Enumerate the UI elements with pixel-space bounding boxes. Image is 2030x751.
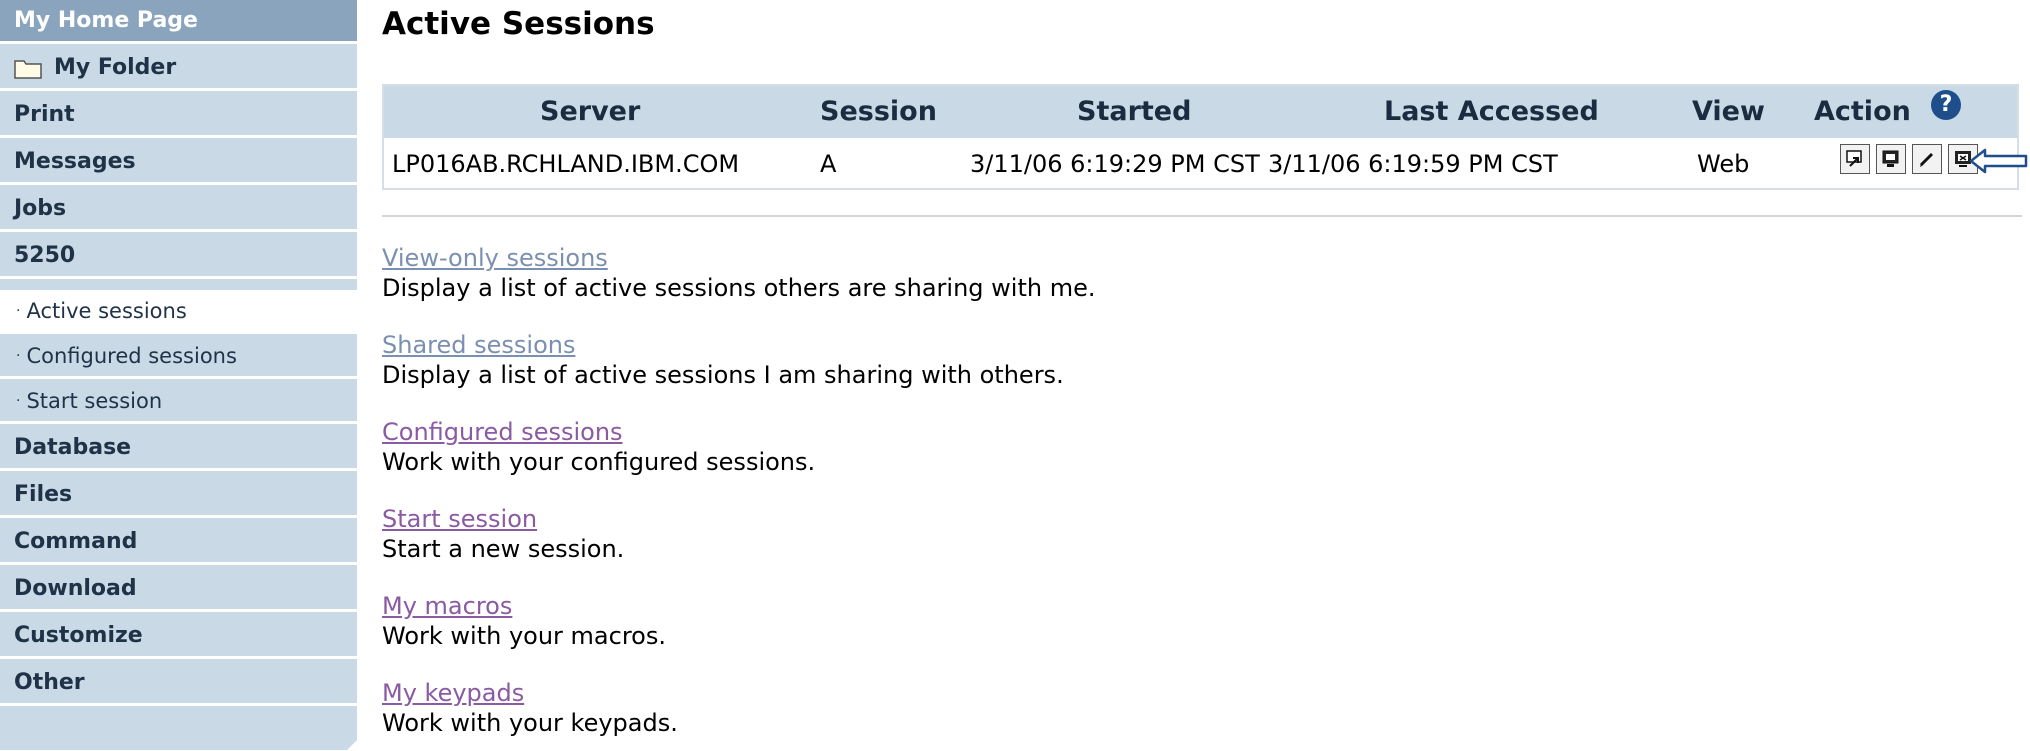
- bullet-icon: ·: [16, 347, 21, 364]
- sidebar-item-my-folder[interactable]: My Folder: [0, 47, 357, 91]
- sidebar-item-label: Command: [14, 529, 138, 554]
- column-header-started: Started: [1077, 96, 1192, 127]
- sidebar-item-label: Database: [14, 435, 132, 460]
- sidebar-item-label: Start session: [26, 388, 163, 413]
- sidebar-corner: [346, 739, 358, 751]
- open-session-button[interactable]: [1840, 144, 1870, 174]
- cell-last-accessed: 3/11/06 6:19:59 PM CST: [1268, 150, 1558, 178]
- sidebar-item-5250[interactable]: 5250: [0, 235, 357, 279]
- sidebar-item-label: My Folder: [54, 55, 177, 80]
- link-item-my-keypads: My keypads Work with your keypads.: [382, 678, 678, 738]
- share-session-icon: [1882, 150, 1899, 167]
- sidebar-item-database[interactable]: Database: [0, 427, 357, 471]
- link-description: Work with your macros.: [382, 622, 666, 650]
- link-description: Work with your configured sessions.: [382, 448, 816, 476]
- configured-sessions-link[interactable]: Configured sessions: [382, 417, 815, 447]
- link-item-view-only-sessions: View-only sessions Display a list of act…: [382, 243, 1095, 303]
- open-session-icon: [1846, 150, 1862, 167]
- link-item-start-session: Start session Start a new session.: [382, 504, 624, 564]
- sidebar-item-label: 5250: [14, 243, 76, 268]
- view-only-sessions-link[interactable]: View-only sessions: [382, 243, 1095, 273]
- link-item-my-macros: My macros Work with your macros.: [382, 591, 666, 651]
- sidebar-item-jobs[interactable]: Jobs: [0, 188, 357, 232]
- sidebar-subitem-active-sessions[interactable]: · Active sessions: [0, 290, 357, 334]
- link-description: Start a new session.: [382, 535, 625, 563]
- cell-server: LP016AB.RCHLAND.IBM.COM: [392, 150, 740, 178]
- sidebar-item-print[interactable]: Print: [0, 94, 357, 138]
- sidebar-nav: My Home Page My Folder Print Messages Jo…: [0, 0, 358, 751]
- sidebar-item-command[interactable]: Command: [0, 521, 357, 565]
- sidebar-item-label: Configured sessions: [26, 343, 237, 368]
- my-macros-link[interactable]: My macros: [382, 591, 666, 621]
- cell-view: Web: [1697, 150, 1750, 178]
- sidebar-item-label: Files: [14, 482, 73, 507]
- sidebar-item-label: My Home Page: [14, 8, 198, 33]
- sidebar-item-label: Active sessions: [26, 298, 187, 323]
- share-session-button[interactable]: [1876, 144, 1906, 174]
- section-divider: [382, 215, 2022, 217]
- my-keypads-link[interactable]: My keypads: [382, 678, 678, 708]
- link-description: Work with your keypads.: [382, 709, 678, 737]
- bullet-icon: ·: [16, 302, 21, 319]
- arrow-left-icon: [1969, 148, 2028, 174]
- sidebar-item-messages[interactable]: Messages: [0, 141, 357, 185]
- cell-started: 3/11/06 6:19:29 PM CST: [970, 150, 1260, 178]
- sidebar-item-other[interactable]: Other: [0, 662, 357, 706]
- folder-icon: [14, 59, 42, 79]
- start-session-link[interactable]: Start session: [382, 504, 624, 534]
- link-description: Display a list of active sessions I am s…: [382, 361, 1064, 389]
- shared-sessions-link[interactable]: Shared sessions: [382, 330, 1064, 360]
- link-description: Display a list of active sessions others…: [382, 274, 1096, 302]
- sidebar-subitem-configured-sessions[interactable]: · Configured sessions: [0, 335, 357, 379]
- column-header-view: View: [1692, 96, 1765, 127]
- sidebar-item-files[interactable]: Files: [0, 474, 357, 518]
- bullet-icon: ·: [16, 392, 21, 409]
- sidebar-item-label: Print: [14, 102, 75, 127]
- sidebar-item-label: Download: [14, 576, 137, 601]
- edit-session-button[interactable]: [1912, 144, 1942, 174]
- cell-session: A: [820, 150, 837, 178]
- column-header-action: Action: [1814, 96, 1911, 127]
- edit-session-icon: [1919, 152, 1934, 167]
- link-item-shared-sessions: Shared sessions Display a list of active…: [382, 330, 1064, 390]
- sidebar-subitem-start-session[interactable]: · Start session: [0, 380, 357, 424]
- sidebar-item-label: Other: [14, 670, 85, 695]
- sidebar-item-download[interactable]: Download: [0, 568, 357, 612]
- link-item-configured-sessions: Configured sessions Work with your confi…: [382, 417, 815, 477]
- sidebar-item-label: Jobs: [14, 196, 67, 221]
- column-header-server: Server: [540, 96, 641, 127]
- sidebar-item-customize[interactable]: Customize: [0, 615, 357, 659]
- sidebar-item-label: Messages: [14, 149, 136, 174]
- sidebar-item-label: Customize: [14, 623, 143, 648]
- active-sessions-table: Server Session Started Last Accessed Vie…: [382, 84, 2019, 190]
- column-header-last-accessed: Last Accessed: [1384, 96, 1599, 127]
- column-header-session: Session: [820, 96, 937, 127]
- help-icon[interactable]: ?: [1931, 90, 1961, 120]
- page-title: Active Sessions: [382, 6, 655, 42]
- sidebar-item-my-home-page[interactable]: My Home Page: [0, 0, 357, 44]
